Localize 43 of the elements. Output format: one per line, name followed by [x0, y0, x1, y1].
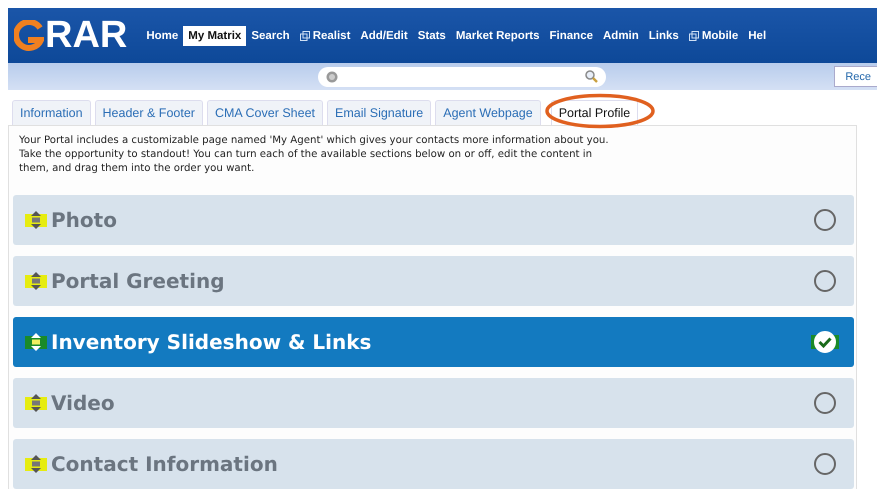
section-bar[interactable]: Video	[13, 378, 854, 428]
search-field[interactable]	[318, 66, 606, 86]
tab[interactable]: Information	[12, 100, 91, 125]
section-bar[interactable]: Portal Greeting	[13, 256, 854, 306]
section-bar[interactable]: Photo	[13, 195, 854, 246]
search-icon	[585, 70, 598, 83]
drag-handle-icon[interactable]	[25, 210, 47, 230]
nav-link[interactable]: Finance	[544, 26, 598, 46]
nav-link[interactable]: My Matrix	[183, 26, 246, 46]
tab[interactable]: Agent Webpage	[435, 100, 541, 125]
section-title: Contact Information	[51, 452, 279, 476]
tab[interactable]: Email Signature	[327, 100, 432, 125]
nav-link[interactable]: Home	[141, 26, 184, 46]
nav-link[interactable]: Realist	[294, 26, 356, 46]
toggle-icon[interactable]	[810, 330, 840, 354]
window-icon	[300, 30, 310, 40]
window-icon	[688, 30, 699, 40]
section-title: Photo	[51, 208, 118, 232]
nav-link[interactable]: Search	[246, 26, 295, 46]
drag-handle-icon[interactable]	[25, 393, 47, 414]
drag-handle-icon[interactable]	[25, 271, 47, 292]
nav-link[interactable]: Links	[644, 26, 684, 46]
section-bar[interactable]: Contact Information	[13, 439, 854, 489]
section-title: Portal Greeting	[51, 269, 226, 294]
tab[interactable]: Portal Profile	[550, 100, 638, 125]
nav-link[interactable]: Market Reports	[450, 26, 545, 46]
help-icon	[326, 70, 338, 82]
nav-link[interactable]: Stats	[412, 26, 451, 46]
tab[interactable]: Header & Footer	[94, 100, 203, 125]
description-text: Your Portal includes a customizable page named 'My Agent' which gives your contacts more information about you. Take the opportunity to standout! You can turn each of the available sections below on or off, edit the content in them, and drag them into the order you want.	[19, 134, 609, 176]
section-title: Inventory Slideshow & Links	[51, 330, 372, 354]
section-bar[interactable]: Inventory Slideshow & Links	[13, 317, 854, 368]
logo-mark-icon	[14, 20, 44, 52]
nav-link[interactable]: Mobile	[684, 26, 744, 46]
nav-link[interactable]: Admin	[598, 26, 644, 46]
nav-link[interactable]: Hel	[743, 26, 772, 46]
nav-link[interactable]: Add/Edit	[355, 26, 413, 46]
tab[interactable]: CMA Cover Sheet	[206, 100, 323, 125]
drag-handle-icon[interactable]	[25, 454, 47, 474]
drag-handle-icon[interactable]	[25, 332, 47, 352]
recent-button[interactable]: Rece	[834, 66, 877, 87]
logo-text: RAR	[45, 14, 128, 57]
section-title: Video	[51, 391, 116, 416]
